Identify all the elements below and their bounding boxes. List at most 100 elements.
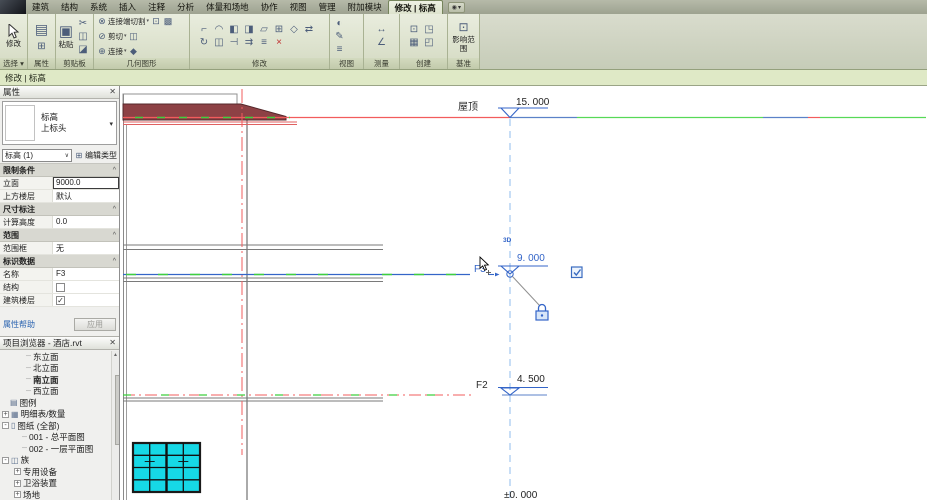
- collapse-icon[interactable]: -: [2, 456, 9, 464]
- roof-element[interactable]: [122, 103, 297, 125]
- level-elevation-roof[interactable]: 15. 000: [516, 97, 550, 108]
- property-section-header[interactable]: 范围 ^: [0, 229, 119, 242]
- level-elevation-ground[interactable]: ±0. 000: [504, 490, 538, 500]
- close-icon[interactable]: ✕: [109, 339, 116, 347]
- panel-label-clipboard[interactable]: 剪贴板: [56, 58, 93, 69]
- type-properties-icon[interactable]: ⊞: [34, 40, 49, 53]
- panel-label-create[interactable]: 创建: [400, 58, 447, 69]
- measure-length-icon[interactable]: ↔: [374, 23, 389, 36]
- graphics-icon[interactable]: ≡: [332, 43, 347, 56]
- lock-icon[interactable]: [535, 303, 549, 321]
- ribbon-tab[interactable]: 视图: [284, 0, 313, 14]
- ribbon-tab[interactable]: 分析: [171, 0, 200, 14]
- move-icon[interactable]: ⇄: [302, 23, 317, 36]
- legend-component-icon[interactable]: ▦: [407, 36, 422, 49]
- checkbox[interactable]: ✓: [56, 295, 65, 305]
- delete-icon[interactable]: ×: [272, 36, 287, 49]
- panel-label-geometry[interactable]: 几何图形: [94, 58, 189, 69]
- ribbon-tab[interactable]: 系统: [84, 0, 113, 14]
- ribbon-tab[interactable]: 结构: [55, 0, 84, 14]
- panel-label-properties[interactable]: 属性: [28, 58, 55, 69]
- property-value[interactable]: 0.0: [52, 216, 119, 228]
- panel-label-select[interactable]: 选择 ▾: [0, 58, 27, 69]
- browser-item[interactable]: ─ 西立面: [0, 386, 119, 398]
- type-selector[interactable]: 标高 (1) ∨: [2, 148, 72, 162]
- scrollbar-thumb[interactable]: [114, 375, 119, 445]
- property-value[interactable]: F3: [52, 268, 119, 280]
- paste-button[interactable]: ▣ 粘贴: [59, 23, 74, 49]
- ribbon-tab[interactable]: 插入: [113, 0, 142, 14]
- browser-item[interactable]: ▤ 图例: [0, 397, 119, 409]
- scope-button[interactable]: ⊡ 影响范围: [451, 19, 477, 53]
- ribbon-tab[interactable]: 协作: [255, 0, 284, 14]
- offset-icon[interactable]: ◠: [212, 23, 227, 36]
- edit-type-button[interactable]: ⊞ 编辑类型: [74, 149, 117, 162]
- property-value[interactable]: 默认: [52, 190, 119, 202]
- property-value[interactable]: ✓: [52, 294, 119, 306]
- geometry-extra-icon[interactable]: ◆: [128, 45, 140, 58]
- geometry-tool-row[interactable]: ⊗ 连接端切割 ▾ ⊡ ▩: [96, 15, 174, 28]
- app-logo[interactable]: [0, 0, 26, 14]
- ribbon-tab-active[interactable]: 修改 | 标高: [387, 0, 443, 14]
- scroll-up-icon[interactable]: ▲: [112, 351, 119, 359]
- browser-item[interactable]: ─ 东立面: [0, 351, 119, 363]
- ribbon-tab[interactable]: 体量和场地: [200, 0, 255, 14]
- measure-angle-icon[interactable]: ∠: [374, 36, 389, 49]
- mirror-pick-icon[interactable]: ◧: [227, 23, 242, 36]
- mirror-draw-icon[interactable]: ◨: [242, 23, 257, 36]
- panel-label-measure[interactable]: 测量: [364, 58, 399, 69]
- thin-lines-icon[interactable]: ◐: [332, 17, 347, 30]
- browser-item[interactable]: + ▦ 明细表/数量: [0, 409, 119, 421]
- expand-icon[interactable]: +: [14, 479, 21, 487]
- collapse-icon[interactable]: -: [2, 422, 9, 430]
- collapse-icon[interactable]: ^: [113, 258, 116, 265]
- unpin-icon[interactable]: ≡: [257, 36, 272, 49]
- property-value[interactable]: [52, 281, 119, 293]
- copy-icon[interactable]: ◫: [212, 36, 227, 49]
- panel-label-modify[interactable]: 修改: [190, 58, 329, 69]
- hide-bubble-checkbox[interactable]: [570, 266, 583, 279]
- browser-item[interactable]: ─ 北立面: [0, 363, 119, 375]
- expand-icon[interactable]: +: [14, 468, 21, 476]
- geometry-extra-icon[interactable]: ▩: [162, 15, 174, 28]
- browser-item[interactable]: - ◫ 族: [0, 455, 119, 467]
- split-icon[interactable]: ▱: [257, 23, 272, 36]
- building-walls[interactable]: [122, 93, 248, 500]
- 3d-extent-badge[interactable]: 3D: [503, 237, 512, 244]
- copy-to-clipboard-icon[interactable]: ◫: [76, 30, 91, 43]
- property-value[interactable]: 9000.0: [52, 177, 119, 189]
- apply-button[interactable]: 应用: [74, 317, 116, 331]
- property-section-header[interactable]: 限制条件 ^: [0, 164, 119, 177]
- geometry-tool-row[interactable]: ⊕ 连接 ▾ ◆: [96, 45, 140, 58]
- level-line-f2[interactable]: F2 4. 500: [123, 374, 548, 396]
- browser-scrollbar[interactable]: ▲: [111, 351, 119, 500]
- trim-icon[interactable]: ⊣: [227, 36, 242, 49]
- create-group-icon[interactable]: ⊡: [407, 23, 422, 36]
- geometry-tool-row[interactable]: ⊘ 剪切 ▾ ◫: [96, 30, 140, 43]
- floor-slabs[interactable]: [123, 244, 383, 402]
- browser-item[interactable]: ─ 南立面: [0, 374, 119, 386]
- chevron-down-icon[interactable]: ▾: [109, 120, 113, 128]
- ribbon-tab[interactable]: 管理: [313, 0, 342, 14]
- browser-item[interactable]: ─ 002 - 一层平面图: [0, 443, 119, 455]
- property-value[interactable]: 无: [52, 242, 119, 254]
- browser-item[interactable]: + 场地: [0, 489, 119, 500]
- browser-item[interactable]: + 卫浴装置: [0, 478, 119, 490]
- visibility-icon[interactable]: ✎: [332, 30, 347, 43]
- expand-icon[interactable]: +: [2, 410, 9, 418]
- collapse-icon[interactable]: ^: [113, 206, 116, 213]
- pin-icon[interactable]: ⇉: [242, 36, 257, 49]
- window-element[interactable]: [131, 441, 202, 494]
- properties-help-link[interactable]: 属性帮助: [3, 319, 35, 330]
- modify-button[interactable]: 修改: [6, 24, 21, 48]
- cut-icon[interactable]: ✂: [76, 17, 91, 30]
- panel-label-view[interactable]: 视图: [330, 58, 363, 69]
- level-elevation-f3[interactable]: 9. 000: [517, 253, 545, 264]
- checkbox[interactable]: [56, 282, 65, 292]
- drawing-canvas[interactable]: 屋顶 15. 000 F3 9. 000 3D F2 4. 500 ±0. 00…: [120, 86, 927, 500]
- properties-icon[interactable]: ▤: [34, 20, 49, 38]
- geometry-extra-icon[interactable]: ◫: [128, 30, 140, 43]
- ribbon-tab[interactable]: 注释: [142, 0, 171, 14]
- ribbon-tab[interactable]: 附加模块: [342, 0, 388, 14]
- level-label-f2[interactable]: F2: [476, 380, 488, 391]
